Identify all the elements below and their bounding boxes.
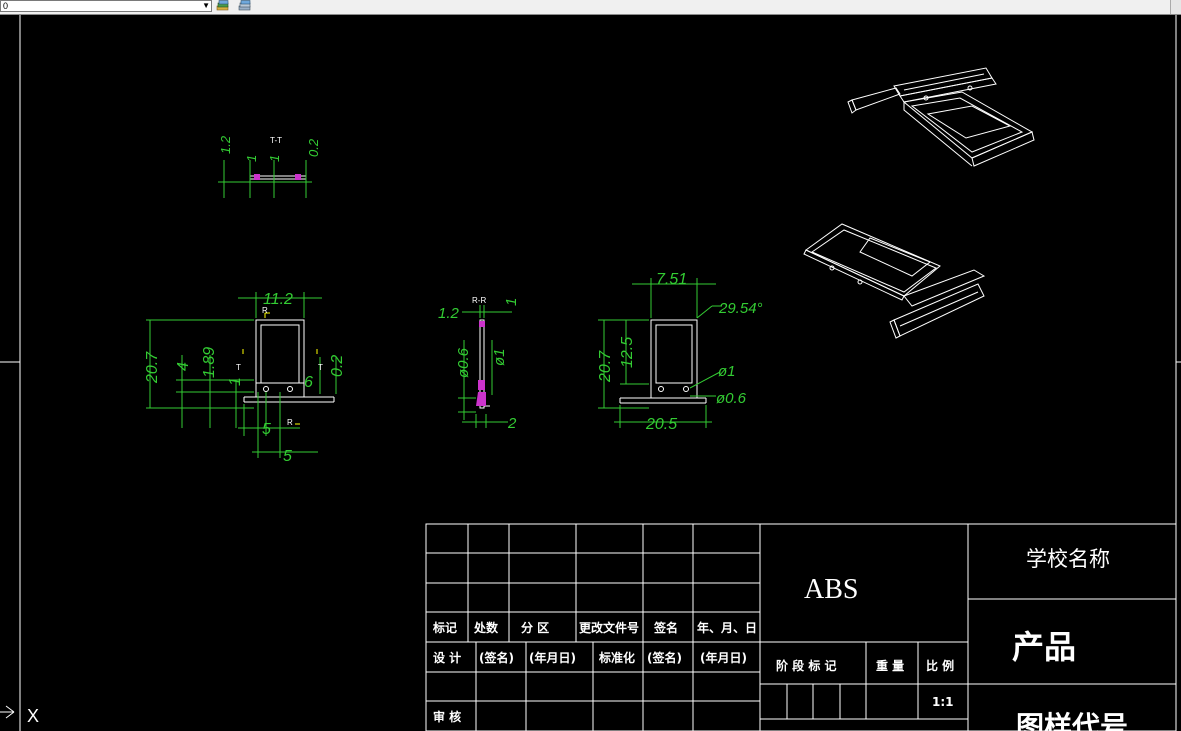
tb-header-date: 年、月、日 (697, 620, 757, 635)
dim-rr-12: 1.2 (438, 305, 460, 322)
dim-back-125: 12.5 (619, 337, 636, 368)
tb-standard-label: 标准化 (598, 650, 635, 665)
drawing-canvas[interactable]: T-T 1.2 1 1 0.2 R R T T 11.2 20.7 4 1.89… (0, 15, 1181, 731)
dim-front-02: 0.2 (329, 355, 346, 377)
dim-front-5a: 5 (262, 421, 271, 438)
tb-stage-label: 阶 段 标 记 (776, 658, 837, 673)
dim-rr-phi06: ø0.6 (455, 347, 472, 378)
dim-front-width: 11.2 (263, 291, 293, 308)
isometric-view-top (847, 67, 1035, 167)
dim-back-width: 20.5 (645, 416, 677, 433)
section-rr-label: R-R (472, 296, 486, 305)
front-cut-label-right: T (318, 363, 323, 372)
tb-scale-value: 1:1 (932, 695, 954, 709)
dim-back-phi1: ø1 (718, 363, 736, 380)
tb-scale-label: 比 例 (926, 658, 954, 673)
front-section-label-bottom: R (287, 418, 293, 427)
tb-design-date: (年月日) (529, 650, 576, 665)
dim-back-angle: 29.54° (718, 300, 763, 317)
ucs-icon (0, 705, 15, 719)
dim-rr-1: 1 (503, 298, 520, 306)
rr-highlight-top (479, 321, 485, 327)
dim-front-height: 20.7 (144, 351, 161, 384)
tb-header-mark: 标记 (432, 620, 457, 635)
tb-drawing-number: 图样代号 (1016, 710, 1128, 731)
section-rr-view: R-R 1.2 1 ø0.6 ø1 2 (438, 296, 520, 432)
dim-back-751: 7.51 (656, 271, 687, 288)
section-tt-view: T-T 1.2 1 1 0.2 (218, 135, 321, 198)
layer-value: 0 (3, 1, 9, 11)
tb-school-name: 学校名称 (1026, 547, 1110, 571)
toolbar-edge (1170, 0, 1181, 14)
tb-design-label: 设 计 (433, 650, 461, 665)
tb-header-change-doc: 更改文件号 (579, 620, 639, 635)
highlight-right (295, 174, 301, 180)
dim-back-height: 20.7 (597, 350, 614, 383)
rr-highlight-bottom (476, 392, 486, 406)
dim-front-5b: 5 (283, 448, 292, 465)
layer-properties-icon[interactable] (238, 0, 252, 12)
dim-tt-3: 1 (267, 155, 282, 162)
tb-standard-date: (年月日) (700, 650, 747, 665)
dim-tt-4: 0.2 (306, 138, 321, 157)
tb-header-signature: 签名 (653, 620, 678, 635)
dim-rr-2: 2 (507, 415, 517, 432)
tb-weight-label: 重 量 (876, 658, 904, 673)
tb-product: 产品 (1012, 628, 1076, 666)
chevron-down-icon[interactable]: ▼ (202, 1, 210, 11)
title-block-text: 标记 处数 分 区 更改文件号 签名 年、月、日 设 计 (签名) (年月日) … (432, 547, 1128, 731)
front-view: R R T T 11.2 20.7 4 1.89 1 0.2 6 5 5 (144, 291, 346, 465)
toolbar: 0 ▼ (0, 0, 1181, 15)
ucs-x-label: X (27, 706, 39, 726)
front-cut-label-left: T (236, 363, 241, 372)
dim-front-4: 4 (175, 362, 192, 371)
tb-material: ABS (804, 574, 858, 605)
dim-front-189: 1.89 (201, 347, 218, 378)
isometric-view-bottom (803, 223, 986, 339)
tb-header-count: 处数 (473, 620, 499, 635)
tb-review-label: 审 核 (433, 709, 461, 724)
layer-dropdown[interactable]: 0 ▼ (0, 0, 212, 12)
dim-back-phi06: ø0.6 (716, 390, 747, 407)
rr-highlight-mid (478, 380, 485, 390)
dim-front-6: 6 (304, 374, 313, 391)
dim-tt-1: 1.2 (218, 135, 233, 154)
tb-standard-sign: (签名) (647, 650, 682, 665)
back-view: 7.51 29.54° 20.7 12.5 ø1 ø0.6 20.5 (597, 271, 763, 433)
tb-header-zone: 分 区 (521, 620, 549, 635)
dim-rr-phi1: ø1 (491, 348, 508, 366)
layer-state-icon[interactable] (216, 0, 230, 12)
highlight-left (254, 174, 260, 180)
section-tt-label: T-T (270, 136, 282, 145)
dim-front-1: 1 (227, 377, 244, 386)
tb-design-sign: (签名) (479, 650, 514, 665)
dim-tt-2: 1 (244, 155, 259, 162)
